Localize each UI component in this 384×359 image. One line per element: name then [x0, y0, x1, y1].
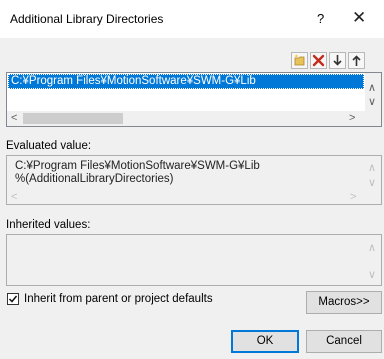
list-horizontal-scrollbar[interactable]: < > — [7, 111, 365, 126]
scroll-right-icon[interactable]: > — [349, 113, 355, 124]
help-button[interactable]: ? — [317, 11, 324, 26]
inherited-values-box: ∧ ∨ — [6, 234, 382, 286]
inherited-values-label: Inherited values: — [6, 219, 91, 231]
scroll-right-icon: > — [350, 191, 357, 203]
move-up-button[interactable] — [348, 52, 365, 69]
delete-button[interactable] — [310, 52, 327, 69]
close-button[interactable]: ✕ — [352, 8, 366, 28]
scroll-up-icon: ∧ — [368, 242, 377, 254]
move-down-button[interactable] — [329, 52, 346, 69]
evaluated-line-1: C:¥Program Files¥MotionSoftware¥SWM-G¥Li… — [15, 160, 260, 172]
evaluated-line-2: %(AdditionalLibraryDirectories) — [15, 173, 174, 185]
move-up-icon — [352, 55, 361, 66]
scroll-down-icon: ∨ — [368, 177, 377, 189]
delete-icon — [312, 54, 325, 67]
scroll-left-icon: < — [11, 191, 18, 203]
scroll-down-icon[interactable]: ∨ — [368, 97, 376, 108]
window-title: Additional Library Directories — [10, 12, 164, 26]
inherit-checkbox-label[interactable]: Inherit from parent or project defaults — [24, 293, 213, 305]
evaluated-value-text: C:¥Program Files¥MotionSoftware¥SWM-G¥Li… — [15, 160, 260, 186]
scroll-left-icon[interactable]: < — [11, 113, 17, 124]
inherit-checkbox[interactable] — [7, 293, 19, 305]
ok-button[interactable]: OK — [231, 330, 299, 353]
horizontal-scroll-thumb[interactable] — [23, 113, 123, 124]
scroll-up-icon[interactable]: ∧ — [368, 83, 376, 94]
move-down-icon — [333, 55, 342, 66]
list-vertical-scrollbar[interactable]: ∧ ∨ — [365, 73, 381, 111]
directories-list[interactable]: C:¥Program Files¥MotionSoftware¥SWM-G¥Li… — [6, 72, 382, 127]
macros-button[interactable]: Macros>> — [306, 291, 382, 314]
scroll-up-icon: ∧ — [368, 162, 377, 174]
evaluated-value-box: C:¥Program Files¥MotionSoftware¥SWM-G¥Li… — [6, 155, 382, 205]
cancel-button[interactable]: Cancel — [306, 330, 382, 353]
title-bar: Additional Library Directories ? ✕ — [0, 0, 384, 38]
checkmark-icon — [8, 295, 18, 303]
new-line-icon — [294, 54, 305, 66]
scrollbar-corner — [365, 111, 381, 126]
scroll-down-icon: ∨ — [368, 269, 377, 281]
evaluated-value-label: Evaluated value: — [6, 140, 92, 152]
new-line-button[interactable] — [291, 52, 308, 69]
list-item-selected[interactable]: C:¥Program Files¥MotionSoftware¥SWM-G¥Li… — [8, 74, 364, 89]
